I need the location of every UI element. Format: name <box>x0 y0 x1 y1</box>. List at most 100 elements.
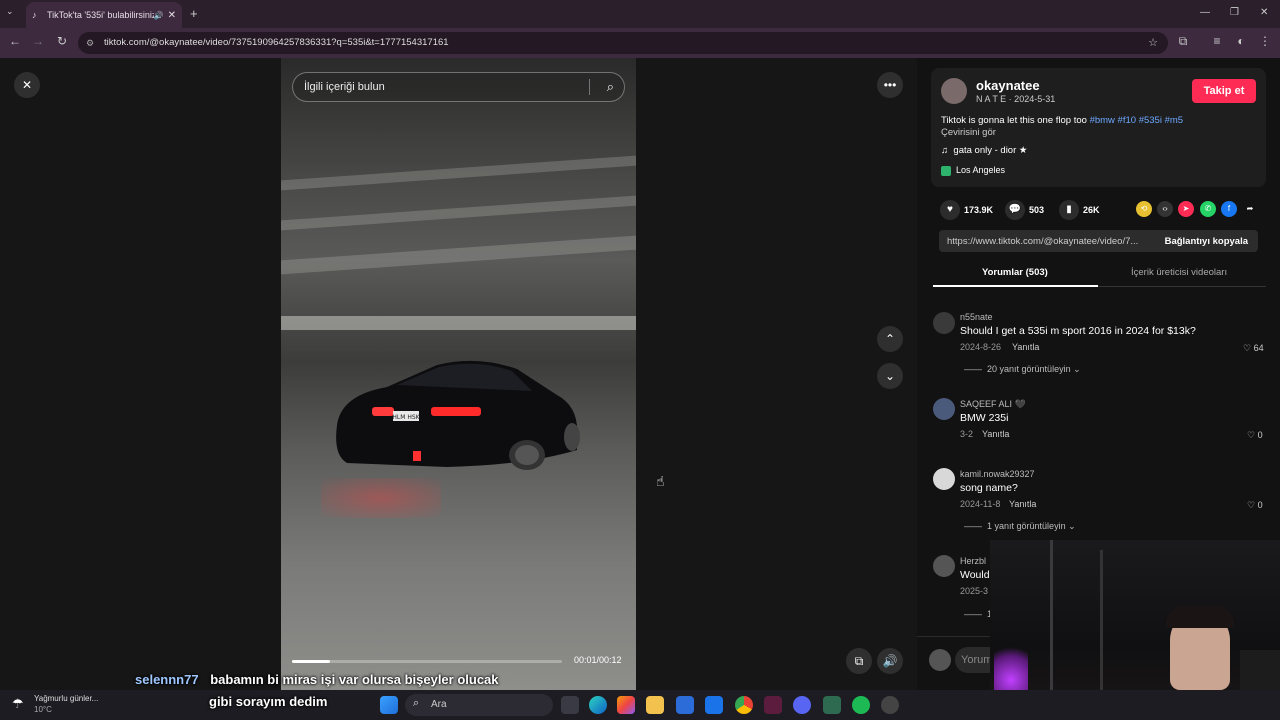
view-replies-button[interactable]: —— 20 yanıt görüntüleyin ⌄ <box>964 364 1081 375</box>
search-icon[interactable]: ⌕ <box>607 73 614 101</box>
comment-text: song name? <box>960 482 1018 494</box>
translate-link[interactable]: Çevirisini gör <box>941 127 996 138</box>
reply-button[interactable]: Yanıtla <box>1012 342 1039 352</box>
task-view-icon[interactable] <box>561 696 579 714</box>
tab-creator-videos[interactable]: İçerik üreticisi videoları <box>1131 267 1227 278</box>
video-player[interactable]: HLM HSK <box>281 58 636 690</box>
whatsapp-icon[interactable]: ✆ <box>1200 201 1216 217</box>
spotify-icon[interactable] <box>852 696 870 714</box>
window-close-icon[interactable]: ✕ <box>1260 7 1268 18</box>
comment-username[interactable]: kamil.nowak29327 <box>960 469 1035 479</box>
tab-list-icon[interactable]: ⌄ <box>6 6 14 17</box>
reload-icon[interactable]: ↻ <box>54 34 70 48</box>
extensions-icon[interactable]: ⧉ <box>1175 34 1191 49</box>
view-replies-button[interactable]: —— 1 <box>964 609 992 619</box>
comment-avatar[interactable] <box>933 312 955 334</box>
chat-username: selennn77 <box>135 672 199 687</box>
panel-tabs: Yorumlar (503) İçerik üreticisi videolar… <box>933 260 1266 287</box>
video-time: 00:01/00:12 <box>574 655 622 665</box>
author-avatar[interactable] <box>941 78 967 104</box>
comment-like-count: 64 <box>1253 343 1264 353</box>
video-caption: Tiktok is gonna let this one flop too #b… <box>941 115 1183 126</box>
comment-username[interactable]: n55nate <box>960 312 993 322</box>
comment-avatar[interactable] <box>933 398 955 420</box>
browser-tab[interactable]: ♪ TikTok'ta '535i' bulabilirsiniz 🔊 ✕ <box>26 2 182 28</box>
browser-tab-bar: ⌄ ♪ TikTok'ta '535i' bulabilirsiniz 🔊 ✕ … <box>0 0 1280 28</box>
heart-outline-icon: ♡ <box>1247 430 1256 440</box>
view-replies-button[interactable]: —— 1 yanıt görüntüleyin ⌄ <box>964 521 1076 532</box>
more-options-icon[interactable]: ••• <box>877 72 903 98</box>
search-icon: ⌕ <box>413 697 420 709</box>
comment-icon: 💬 <box>1005 200 1025 220</box>
chrome-icon[interactable] <box>735 696 753 714</box>
reply-button[interactable]: Yanıtla <box>982 429 1009 439</box>
comment-action[interactable]: 💬 503 <box>1005 200 1044 220</box>
mail-icon[interactable] <box>705 696 723 714</box>
volume-icon[interactable]: 🔊 <box>877 648 903 674</box>
chat-line-1: babamın bi miras işi var olursa bişeyler… <box>210 672 499 687</box>
video-search-input[interactable]: İlgili içeriği bulun ⌕ <box>292 72 625 102</box>
close-video-icon[interactable]: ✕ <box>14 72 40 98</box>
app-icon[interactable] <box>764 696 782 714</box>
profile-avatar[interactable]: ◐ <box>1233 34 1249 48</box>
repost-icon[interactable]: ⟲ <box>1136 201 1152 217</box>
copy-link-button[interactable]: Bağlantıyı kopyala <box>1165 236 1248 247</box>
facebook-icon[interactable]: f <box>1221 201 1237 217</box>
start-windows-icon[interactable] <box>380 696 398 714</box>
back-icon[interactable]: ← <box>7 34 23 48</box>
site-info-icon[interactable]: ⚙ <box>86 32 94 54</box>
edge-icon[interactable] <box>589 696 607 714</box>
video-progress-bar[interactable] <box>292 660 562 663</box>
comment-text: BMW 235i <box>960 412 1009 424</box>
url-field[interactable]: ⚙ tiktok.com/@okaynatee/video/7375190964… <box>78 32 1168 54</box>
view-replies-label: 1 yanıt görüntüleyin <box>987 521 1066 531</box>
follow-button[interactable]: Takip et <box>1192 79 1256 103</box>
author-username[interactable]: okaynatee <box>976 78 1040 93</box>
weather-text[interactable]: Yağmurlu günler... <box>34 694 98 703</box>
search-placeholder: İlgili içeriği bulun <box>304 81 385 93</box>
store-icon[interactable] <box>676 696 694 714</box>
comment-like-button[interactable]: ♡ 64 <box>1243 343 1264 354</box>
browser-menu-icon[interactable]: ⋮ <box>1257 34 1273 48</box>
tab-comments[interactable]: Yorumlar (503) <box>982 267 1048 278</box>
minimize-icon[interactable]: — <box>1200 7 1210 18</box>
forward-icon[interactable]: → <box>30 34 46 48</box>
location-row[interactable]: Los Angeles <box>941 165 1005 176</box>
send-to-friends-icon[interactable]: ➤ <box>1178 201 1194 217</box>
comment-username[interactable]: SAQEEF ALI 🖤 <box>960 399 1026 410</box>
new-tab-button[interactable]: + <box>190 6 198 21</box>
ceiling-beam <box>281 155 636 191</box>
caption-hashtags[interactable]: #bmw #f10 #535i #m5 <box>1090 115 1183 126</box>
speaker-icon: 🔊 <box>153 10 164 20</box>
comment-avatar[interactable] <box>933 555 955 577</box>
copilot-icon[interactable] <box>617 696 635 714</box>
tail-light-reflection <box>321 478 441 518</box>
previous-video-icon[interactable]: ⌃ <box>877 326 903 352</box>
like-action[interactable]: ♥ 173.9K <box>940 200 993 220</box>
reply-button[interactable]: Yanıtla <box>1009 499 1036 509</box>
taskbar-search[interactable]: ⌕ Ara <box>405 694 553 716</box>
tiktok-favicon-icon: ♪ <box>32 10 37 20</box>
discord-icon[interactable] <box>793 696 811 714</box>
file-explorer-icon[interactable] <box>646 696 664 714</box>
streamer-hair <box>1166 606 1234 628</box>
app-icon[interactable] <box>823 696 841 714</box>
embed-icon[interactable]: ‹› <box>1157 201 1173 217</box>
bookmark-star-icon[interactable]: ☆ <box>1148 32 1158 54</box>
comment-like-button[interactable]: ♡ 0 <box>1247 500 1263 511</box>
picture-in-picture-icon[interactable]: ⧉ <box>846 648 872 674</box>
share-more-icon[interactable]: ➦ <box>1242 201 1258 217</box>
comment-avatar[interactable] <box>933 468 955 490</box>
media-control-icon[interactable]: ≡ <box>1209 34 1225 48</box>
url-text: tiktok.com/@okaynatee/video/737519096425… <box>104 37 449 48</box>
comment-like-button[interactable]: ♡ 0 <box>1247 430 1263 441</box>
comment-username[interactable]: Herzbl <box>960 556 986 566</box>
current-user-avatar <box>929 649 951 671</box>
music-row[interactable]: ♫ gata only - dior ★ <box>941 145 1027 156</box>
location-name: Los Angeles <box>956 165 1006 175</box>
tab-close-icon[interactable]: ✕ <box>168 10 176 21</box>
save-action[interactable]: ▮ 26K <box>1059 200 1100 220</box>
app-icon[interactable] <box>881 696 899 714</box>
next-video-icon[interactable]: ⌄ <box>877 363 903 389</box>
restore-icon[interactable]: ❐ <box>1230 7 1239 18</box>
